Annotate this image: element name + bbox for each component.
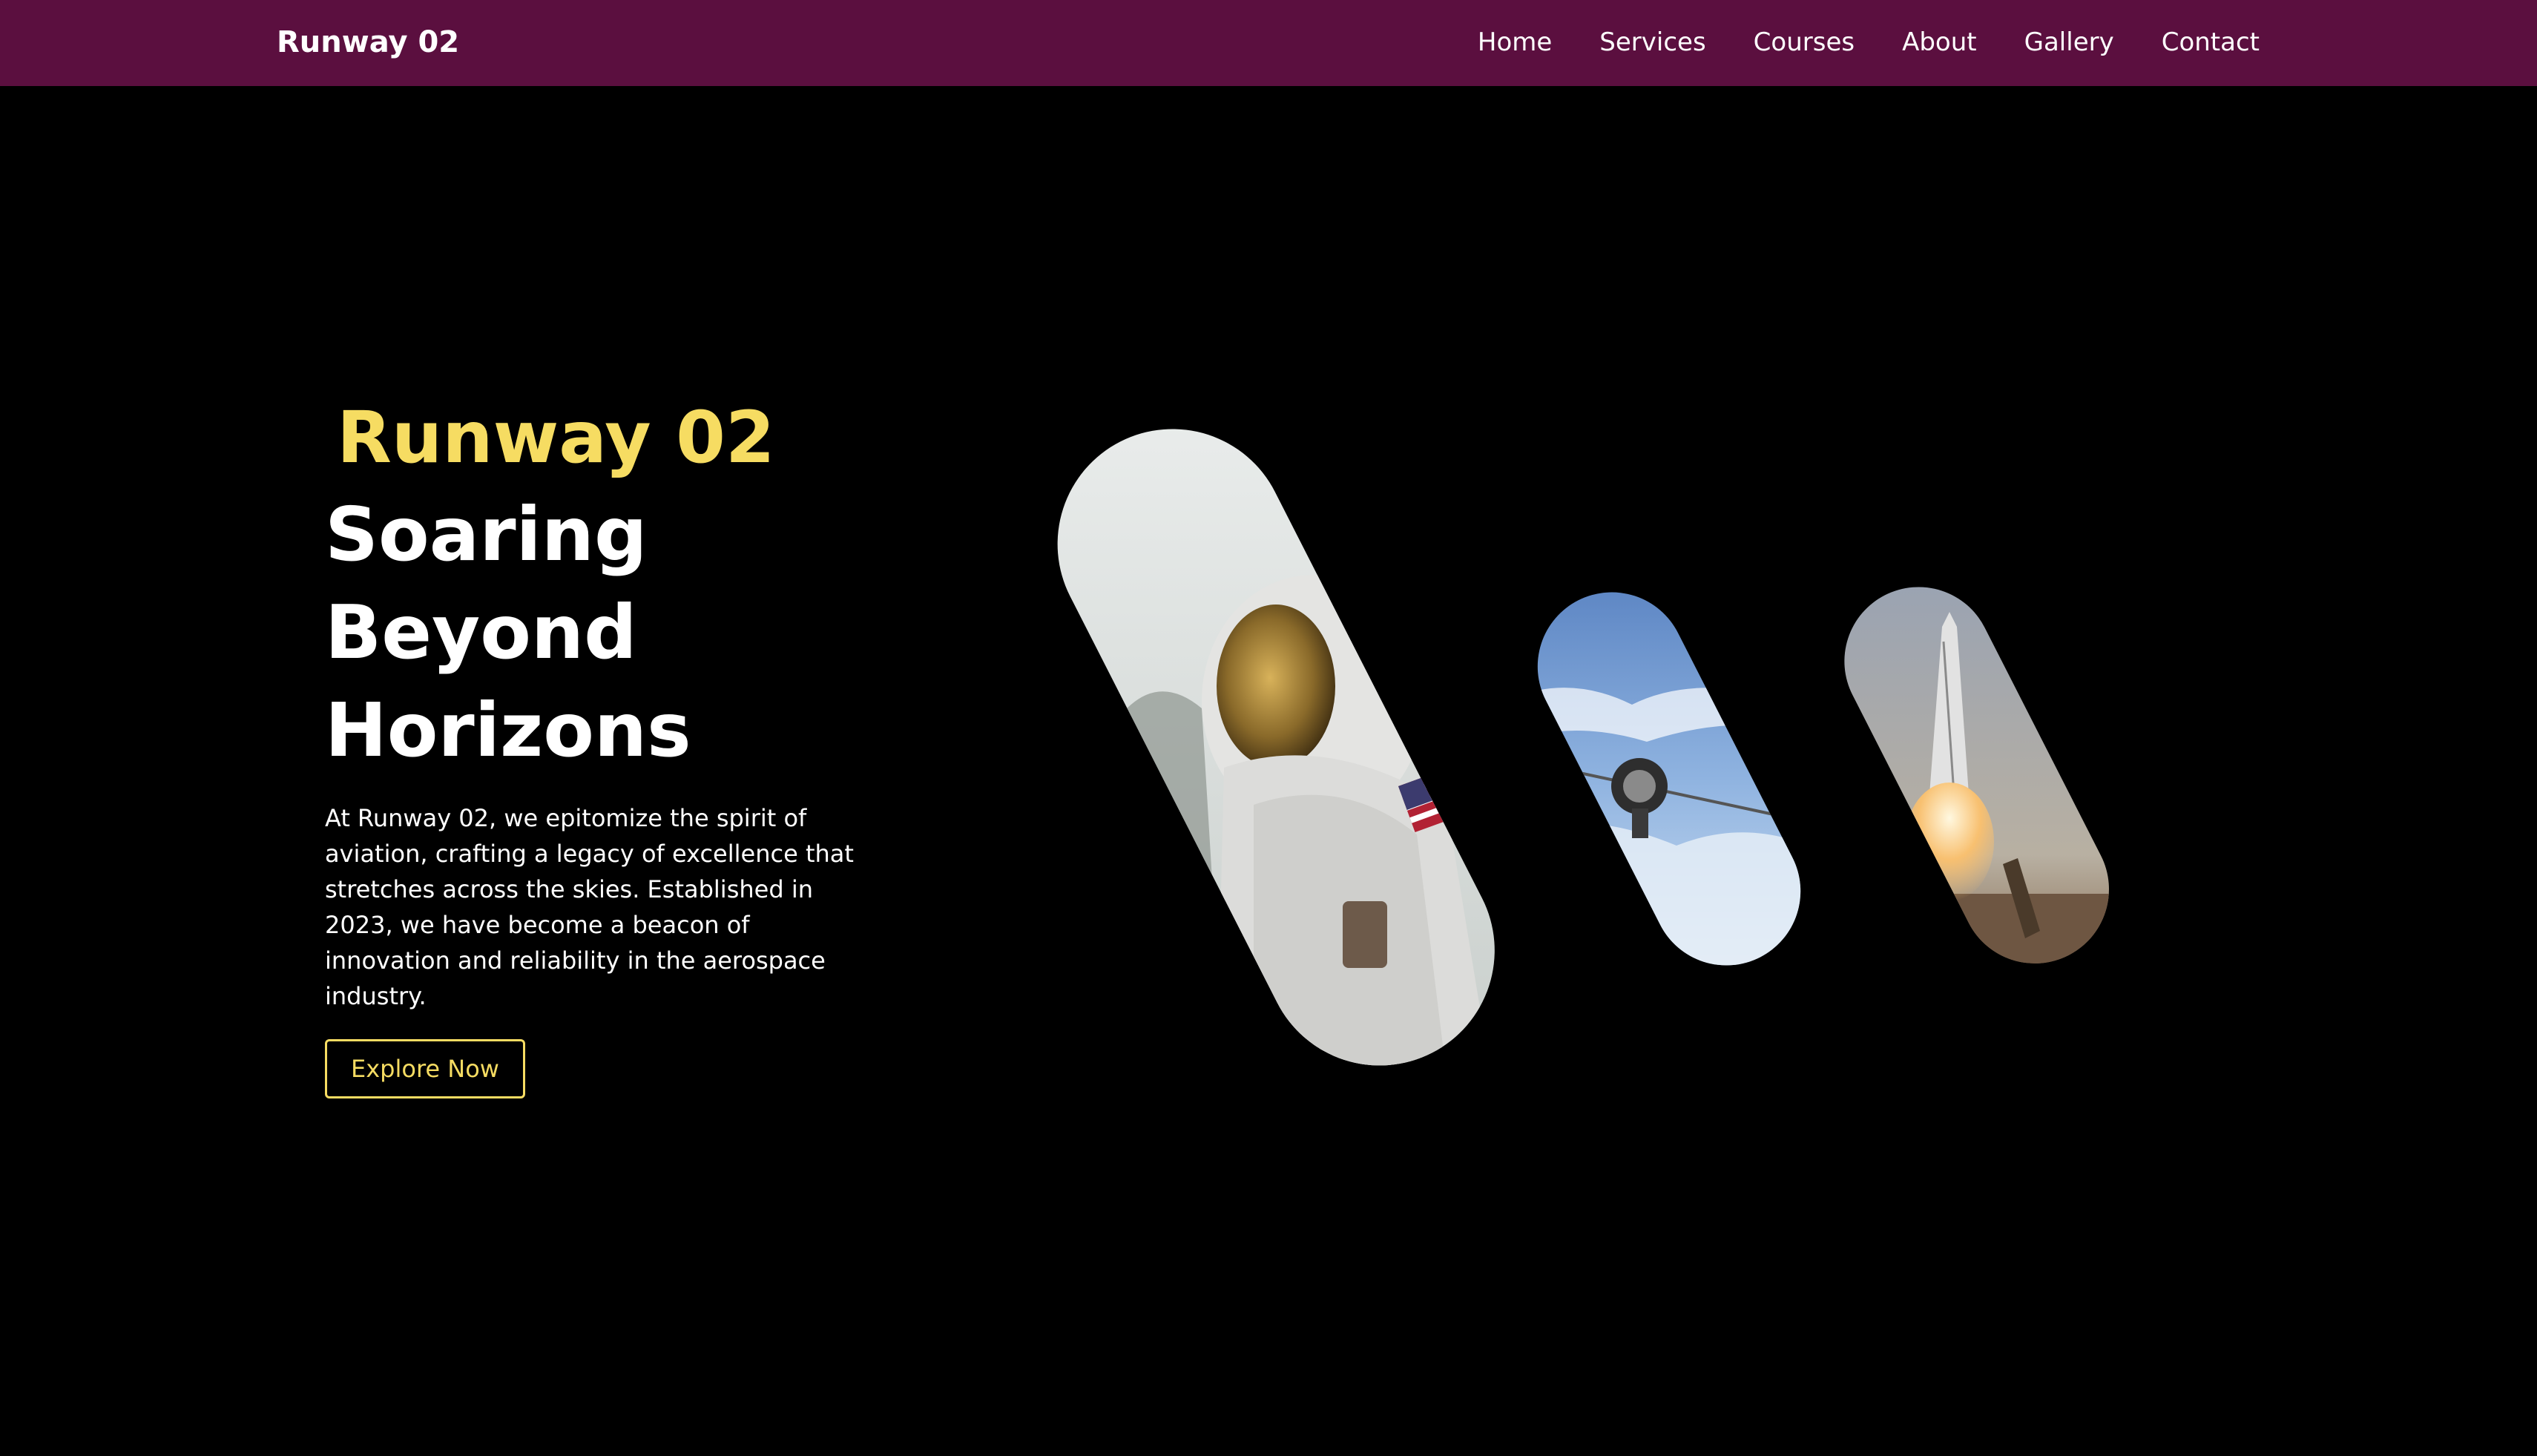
hero-title-line: Soaring [325, 491, 648, 578]
nav-link-about[interactable]: About [1902, 22, 1977, 62]
nav-link-contact[interactable]: Contact [2162, 22, 2260, 62]
hero-description: At Runway 02, we epitomize the spirit of… [325, 804, 854, 1010]
hero-title: Runway 02 Soaring Beyond Horizons [325, 389, 874, 780]
spacecraft-picture [1513, 586, 1825, 972]
rocket-launch-picture [1818, 582, 2129, 972]
nav-link-courses[interactable]: Courses [1754, 22, 1855, 62]
nav-link-home[interactable]: Home [1478, 22, 1552, 62]
astronaut-picture [1031, 419, 1521, 1075]
hero-section: Runway 02 Soaring Beyond Horizons At Run… [325, 389, 874, 1098]
nav-link-gallery[interactable]: Gallery [2024, 22, 2114, 62]
navbar: Runway 02 Home Services Courses About Ga… [0, 0, 2537, 86]
hero-title-line: Beyond [325, 589, 637, 676]
hero-title-line: Horizons [325, 687, 691, 774]
spacecraft-image [1513, 586, 1825, 972]
hero-brand: Runway 02 [337, 396, 775, 479]
rocket-launch-image [1817, 582, 2129, 972]
astronaut-image [1031, 419, 1521, 1075]
navbar-brand[interactable]: Runway 02 [277, 22, 459, 62]
nav-links: Home Services Courses About Gallery Cont… [1478, 22, 2260, 62]
explore-now-button[interactable]: Explore Now [325, 1039, 525, 1098]
nav-link-services[interactable]: Services [1599, 22, 1705, 62]
